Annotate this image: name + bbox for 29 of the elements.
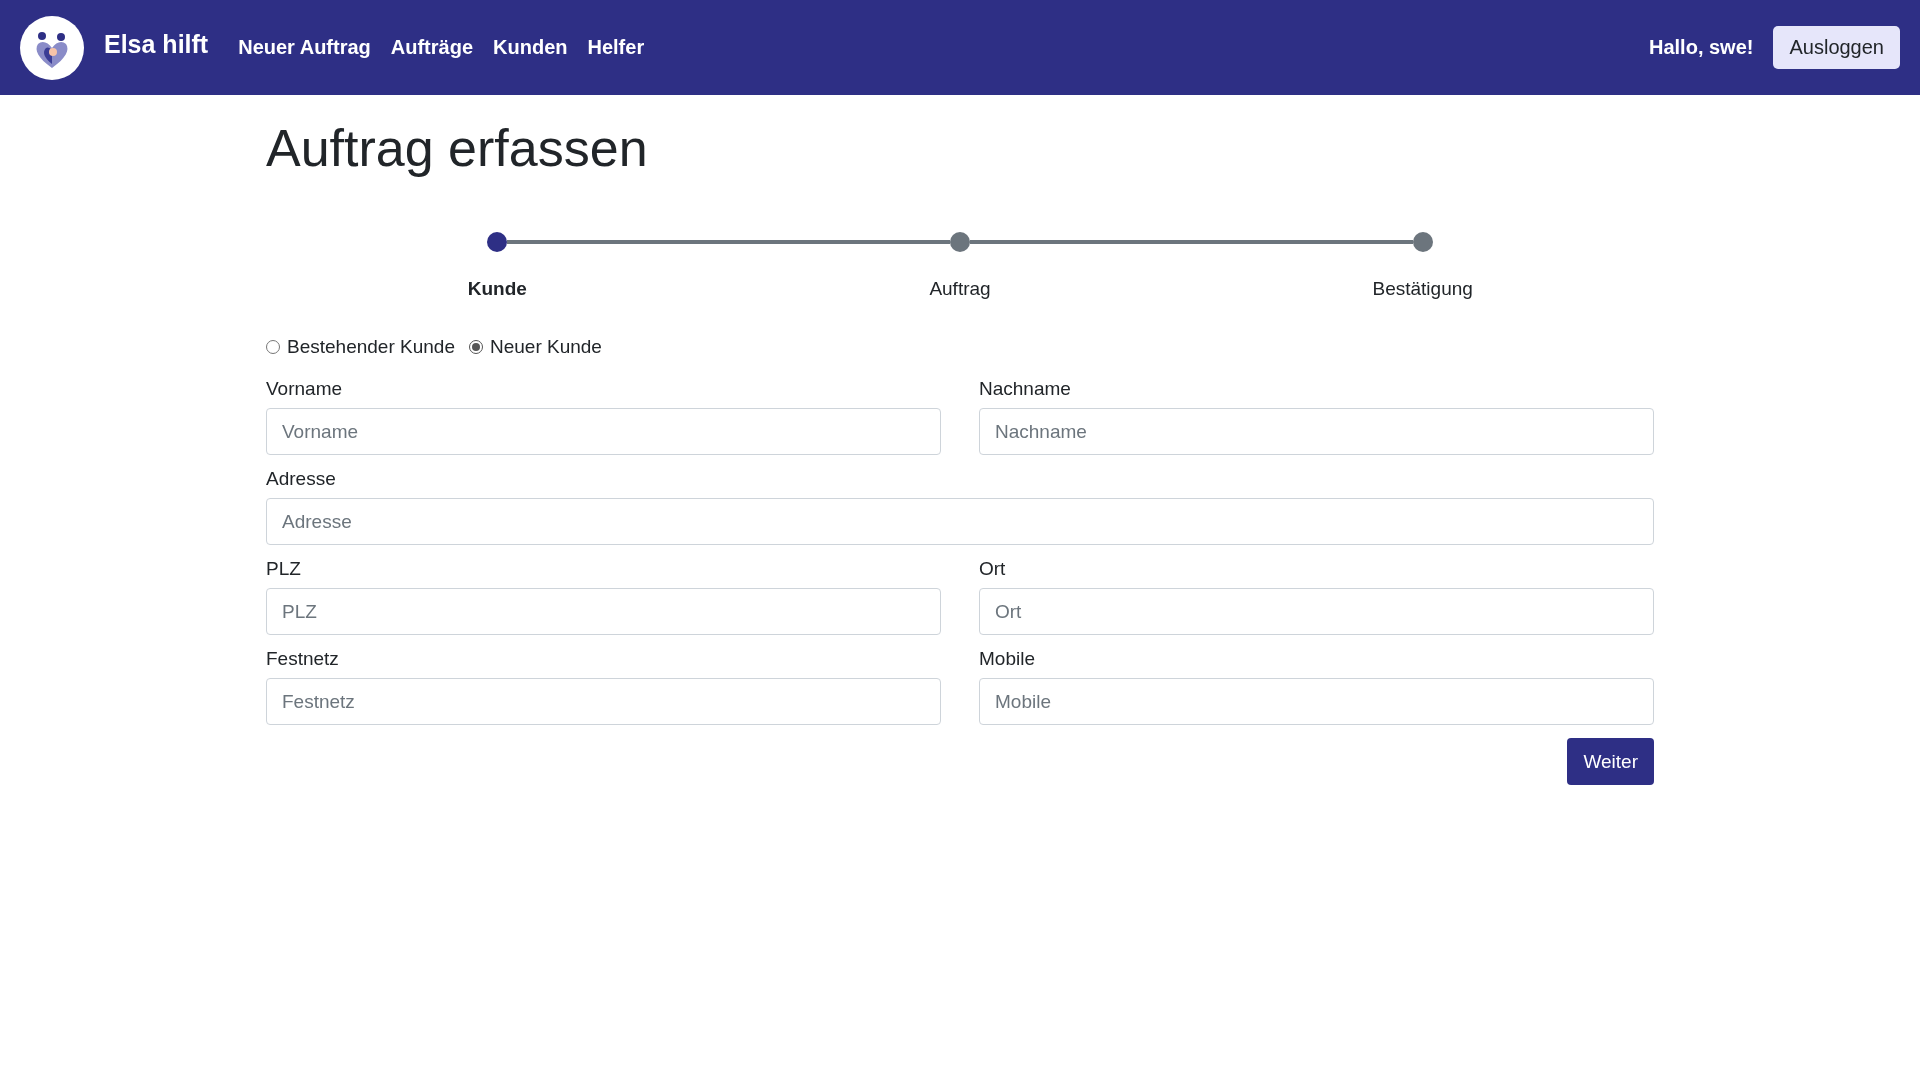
input-field[interactable]: Festnetz	[266, 678, 941, 726]
greeting-text: Hallo, swe!	[1649, 36, 1754, 59]
input-field[interactable]: Adresse	[266, 498, 1654, 546]
nav-link[interactable]: Aufträge	[390, 36, 474, 59]
nav-link[interactable]: Neuer Auftrag	[238, 36, 371, 59]
input-field[interactable]: PLZ	[266, 588, 941, 636]
input-field[interactable]: Mobile	[979, 678, 1654, 726]
step-label[interactable]: Kunde	[467, 278, 527, 301]
step-label[interactable]: Bestätigung	[1372, 278, 1473, 301]
logout-button[interactable]: Ausloggen	[1773, 26, 1900, 69]
page-title: Auftrag erfassen	[266, 118, 649, 179]
nav-link[interactable]: Helfer	[587, 36, 645, 59]
step-label[interactable]: Auftrag	[929, 278, 991, 301]
field-label: Mobile	[979, 648, 1036, 671]
field-label: Vorname	[266, 378, 344, 401]
heart-people-logo-icon[interactable]	[20, 15, 84, 80]
input-field[interactable]: Vorname	[266, 408, 941, 456]
input-field[interactable]: Nachname	[979, 408, 1654, 456]
brand-name[interactable]: Elsa hilft	[104, 30, 209, 59]
customer-type-radio[interactable]: Bestehender Kunde	[266, 336, 455, 359]
next-button[interactable]: Weiter	[1567, 738, 1654, 786]
field-label: Ort	[979, 558, 1007, 581]
field-label: Festnetz	[266, 648, 340, 671]
field-label: PLZ	[266, 558, 302, 581]
field-label: Adresse	[266, 468, 337, 491]
customer-type-radio[interactable]: Neuer Kunde	[468, 336, 602, 359]
nav-link[interactable]: Kunden	[493, 36, 568, 59]
field-label: Nachname	[979, 378, 1072, 401]
input-field[interactable]: Ort	[979, 588, 1654, 636]
